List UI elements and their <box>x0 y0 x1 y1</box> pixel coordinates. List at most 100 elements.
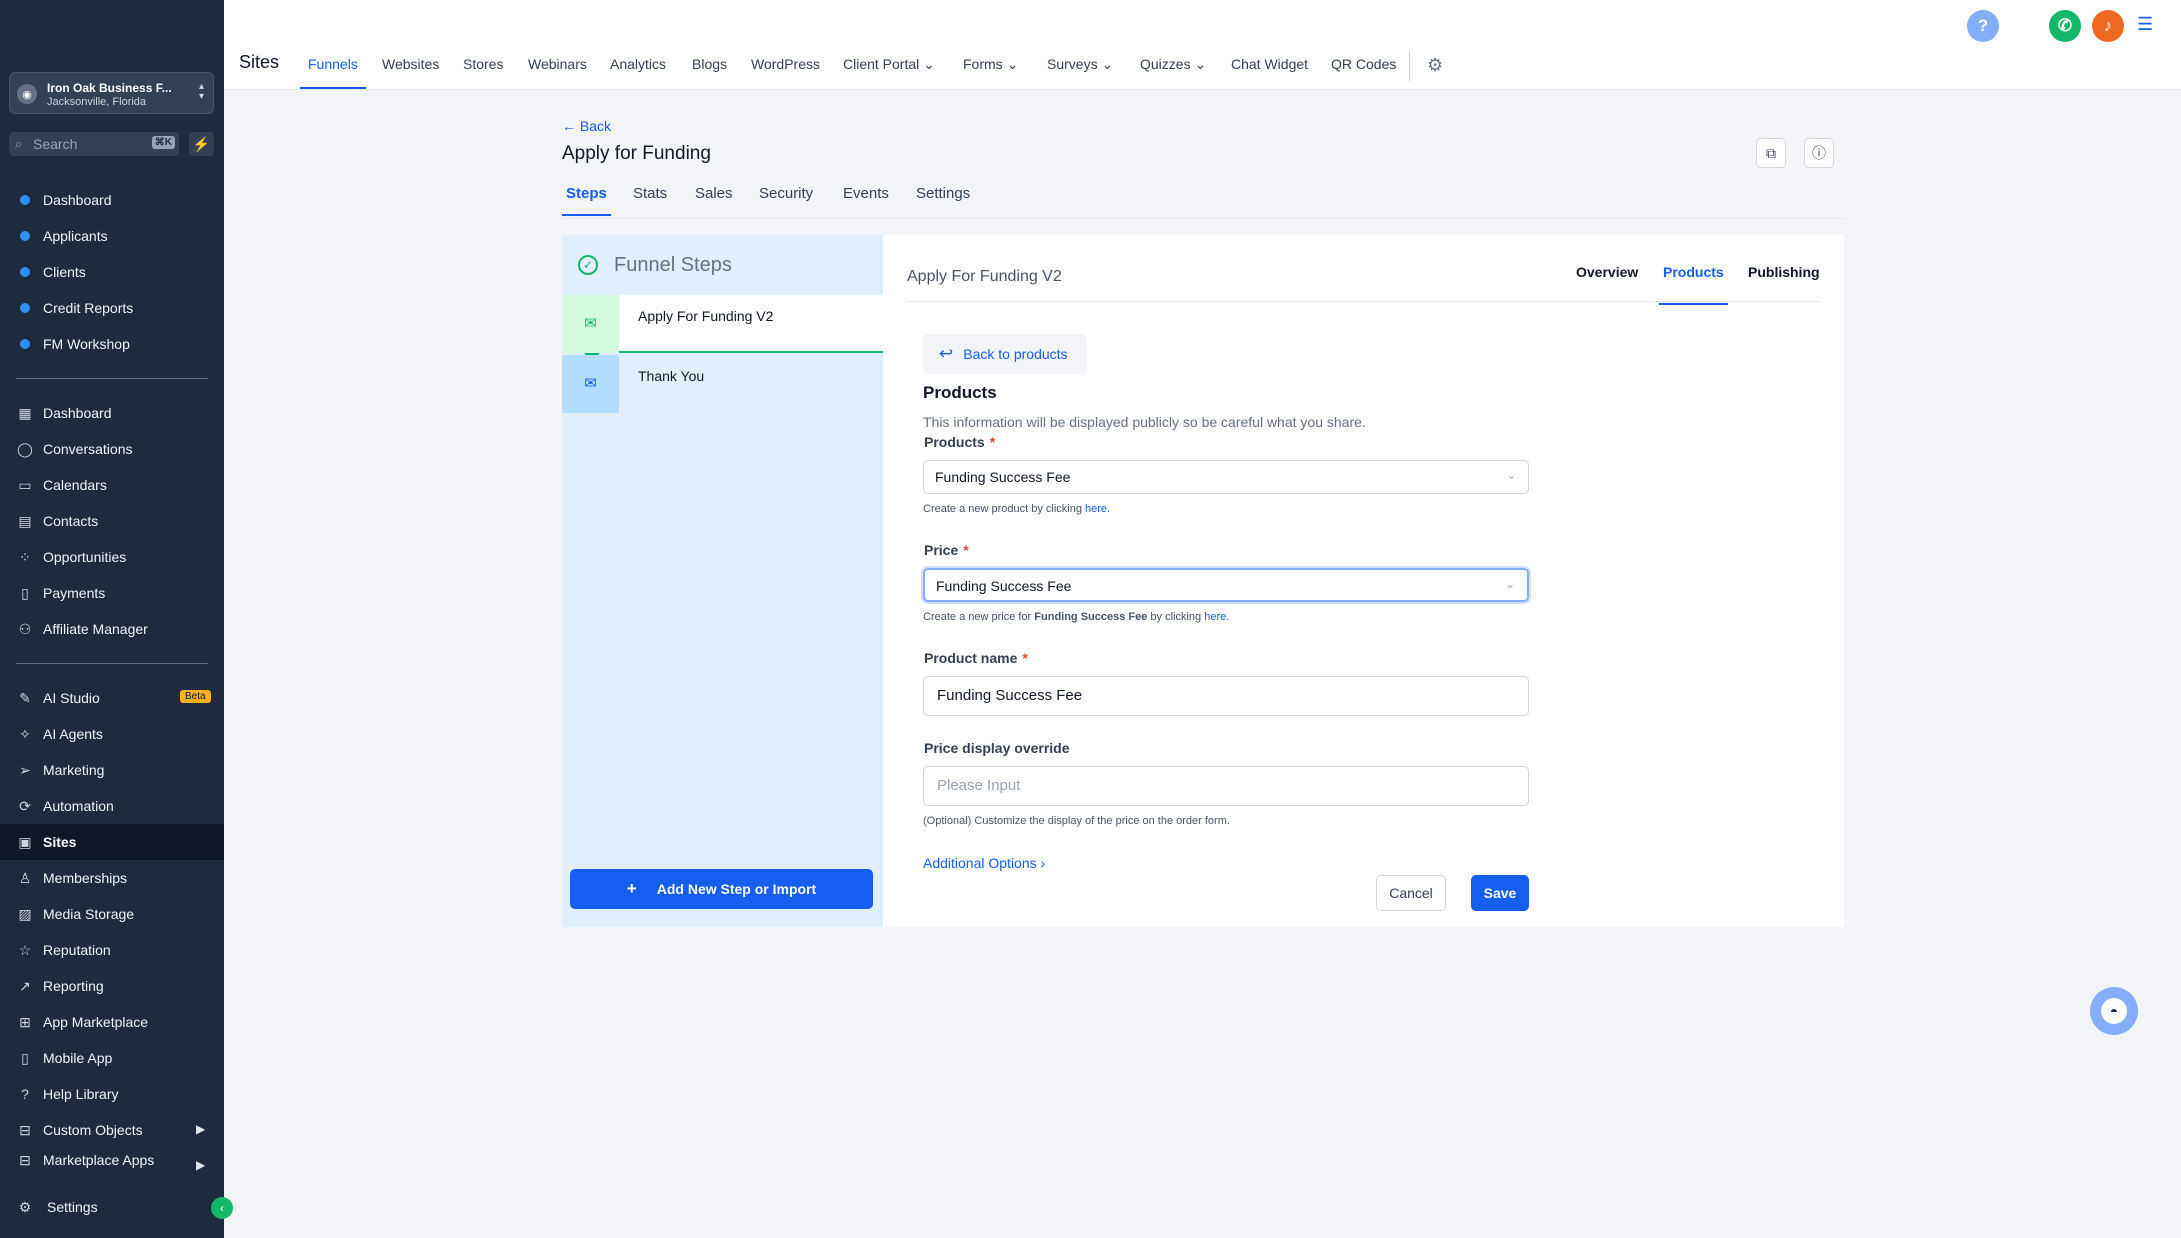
info-icon[interactable]: ⓘ <box>1804 138 1834 168</box>
tab-wordpress[interactable]: WordPress <box>751 56 820 72</box>
location-icon: ◉ <box>17 84 37 104</box>
sidebar-item-dashboard-custom[interactable]: Dashboard <box>0 182 224 218</box>
sidebar-item-reputation[interactable]: ☆ Reputation <box>0 932 224 968</box>
sidebar-item-media-storage[interactable]: ▨ Media Storage <box>0 896 224 932</box>
price-override-input[interactable]: Please Input <box>923 766 1529 806</box>
tab-products[interactable]: Products <box>1659 264 1728 305</box>
memberships-icon: ♙ <box>18 869 32 886</box>
help-button[interactable]: ? <box>1967 10 1999 42</box>
products-hint-text: Create a new product by clicking <box>923 503 1086 515</box>
star-icon: ☆ <box>18 941 32 958</box>
back-link[interactable]: ← Back <box>562 118 611 134</box>
sidebar-item-calendars[interactable]: ▭ Calendars <box>0 467 224 503</box>
add-new-step-button[interactable]: + Add New Step or Import <box>570 869 873 909</box>
sidebar-item-label: Marketing <box>43 762 105 778</box>
opportunities-icon: ⁘ <box>19 548 31 565</box>
sidebar-item-payments[interactable]: ▯ Payments <box>0 575 224 611</box>
sidebar-item-label: Custom Objects <box>43 1122 143 1138</box>
funnel-step-item[interactable]: ✉ Thank You <box>562 355 883 413</box>
sidebar-item-memberships[interactable]: ♙ Memberships <box>0 860 224 896</box>
tab-funnels[interactable]: Funnels <box>300 56 366 89</box>
sidebar-item-label: Reporting <box>43 978 104 994</box>
tab-settings[interactable]: Settings <box>916 185 970 202</box>
tab-analytics[interactable]: Analytics <box>610 56 666 72</box>
tab-security[interactable]: Security <box>759 185 813 202</box>
account-switcher[interactable]: ◉ Iron Oak Business F... Jacksonville, F… <box>9 72 214 114</box>
funnel-step-label: Apply For Funding V2 <box>638 308 774 324</box>
tab-overview[interactable]: Overview <box>1576 264 1638 280</box>
expand-arrow-icon[interactable]: ▶ <box>196 1158 205 1172</box>
sidebar-item-fm-workshop[interactable]: FM Workshop <box>0 326 224 362</box>
sidebar-item-affiliate-manager[interactable]: ⚇ Affiliate Manager <box>0 611 224 647</box>
chevron-down-icon: ⌄ <box>1505 579 1515 591</box>
bell-icon[interactable]: ♪ <box>2092 10 2124 42</box>
funnel-steps-header: ✓ Funnel Steps <box>562 235 883 295</box>
tab-forms[interactable]: Forms ⌄ <box>963 56 1018 73</box>
chat-launcher-button[interactable]: ◓ <box>2090 987 2138 1035</box>
tab-publishing[interactable]: Publishing <box>1748 264 1820 280</box>
gear-icon[interactable]: ⚙ <box>1427 55 1443 76</box>
back-to-products-button[interactable]: ↩ Back to products <box>923 334 1087 374</box>
tab-webinars[interactable]: Webinars <box>528 56 587 72</box>
collapse-sidebar-button[interactable]: ‹ <box>211 1197 233 1219</box>
mail-icon: ✉ <box>562 355 619 413</box>
sidebar-item-marketplace-apps[interactable]: ⊟ Marketplace Apps <box>0 1148 224 1172</box>
contacts-icon: ▤ <box>18 512 32 529</box>
custom-link-icon <box>20 303 30 313</box>
sidebar-item-custom-objects[interactable]: ⊟ Custom Objects <box>0 1112 224 1148</box>
tab-stores[interactable]: Stores <box>463 56 503 72</box>
search-input[interactable]: ⌕ Search ⌘K <box>9 132 179 156</box>
tab-steps[interactable]: Steps <box>562 185 611 216</box>
sidebar-item-marketing[interactable]: ➢ Marketing <box>0 752 224 788</box>
products-label-text: Products <box>924 434 985 450</box>
sidebar-item-help-library[interactable]: ? Help Library <box>0 1076 224 1112</box>
objects-icon: ⊟ <box>19 1121 31 1138</box>
menu-icon[interactable]: ☰ <box>2137 14 2153 35</box>
tab-blogs[interactable]: Blogs <box>692 56 727 72</box>
payments-icon: ▯ <box>21 584 29 601</box>
create-price-link[interactable]: here. <box>1204 611 1229 623</box>
sidebar-item-reporting[interactable]: ↗ Reporting <box>0 968 224 1004</box>
tab-surveys[interactable]: Surveys ⌄ <box>1047 56 1113 73</box>
sidebar-item-contacts[interactable]: ▤ Contacts <box>0 503 224 539</box>
tab-client-portal[interactable]: Client Portal ⌄ <box>843 56 935 73</box>
tab-chat-widget[interactable]: Chat Widget <box>1231 56 1308 72</box>
sidebar-item-dashboard[interactable]: ▦ Dashboard <box>0 395 224 431</box>
sidebar-item-credit-reports[interactable]: Credit Reports <box>0 290 224 326</box>
tab-sales[interactable]: Sales <box>695 185 733 202</box>
additional-options-toggle[interactable]: Additional Options › <box>923 855 1045 871</box>
sidebar-item-app-marketplace[interactable]: ⊞ App Marketplace <box>0 1004 224 1040</box>
required-asterisk: * <box>963 542 969 558</box>
sidebar-item-label: Affiliate Manager <box>43 621 148 637</box>
external-link-icon[interactable]: ⧉ <box>1756 138 1786 168</box>
cancel-button[interactable]: Cancel <box>1376 875 1446 911</box>
sidebar-item-label: Reputation <box>43 942 111 958</box>
tab-websites[interactable]: Websites <box>382 56 439 72</box>
image-icon: ▨ <box>18 905 32 922</box>
sidebar-item-ai-agents[interactable]: ✧ AI Agents <box>0 716 224 752</box>
products-select[interactable]: Funding Success Fee ⌄ <box>923 460 1529 494</box>
price-select[interactable]: Funding Success Fee ⌄ <box>923 568 1529 602</box>
custom-link-icon <box>20 267 30 277</box>
sidebar: ◉ Iron Oak Business F... Jacksonville, F… <box>0 0 233 1238</box>
save-button[interactable]: Save <box>1471 875 1529 911</box>
tab-quizzes[interactable]: Quizzes ⌄ <box>1140 56 1206 73</box>
funnel-step-item[interactable]: ✉ Apply For Funding V2 <box>562 295 883 362</box>
tab-qr-codes[interactable]: QR Codes <box>1331 56 1396 72</box>
expand-arrow-icon[interactable]: ▶ <box>196 1122 205 1136</box>
sidebar-item-opportunities[interactable]: ⁘ Opportunities <box>0 539 224 575</box>
tab-stats[interactable]: Stats <box>633 185 667 202</box>
sidebar-item-sites[interactable]: ▣ Sites <box>0 824 224 860</box>
sidebar-item-settings[interactable]: ⚙ Settings <box>0 1188 224 1226</box>
sidebar-item-automation[interactable]: ⟳ Automation <box>0 788 224 824</box>
create-product-link[interactable]: here. <box>1085 503 1110 515</box>
sidebar-item-applicants[interactable]: Applicants <box>0 218 224 254</box>
sidebar-item-clients[interactable]: Clients <box>0 254 224 290</box>
product-name-input[interactable]: Funding Success Fee <box>923 676 1529 716</box>
quick-actions-bolt-icon[interactable]: ⚡ <box>189 132 214 156</box>
phone-icon[interactable]: ✆ <box>2049 10 2081 42</box>
sidebar-item-mobile-app[interactable]: ▯ Mobile App <box>0 1040 224 1076</box>
sidebar-item-label: Contacts <box>43 513 99 529</box>
sidebar-item-conversations[interactable]: ◯ Conversations <box>0 431 224 467</box>
tab-events[interactable]: Events <box>843 185 889 202</box>
